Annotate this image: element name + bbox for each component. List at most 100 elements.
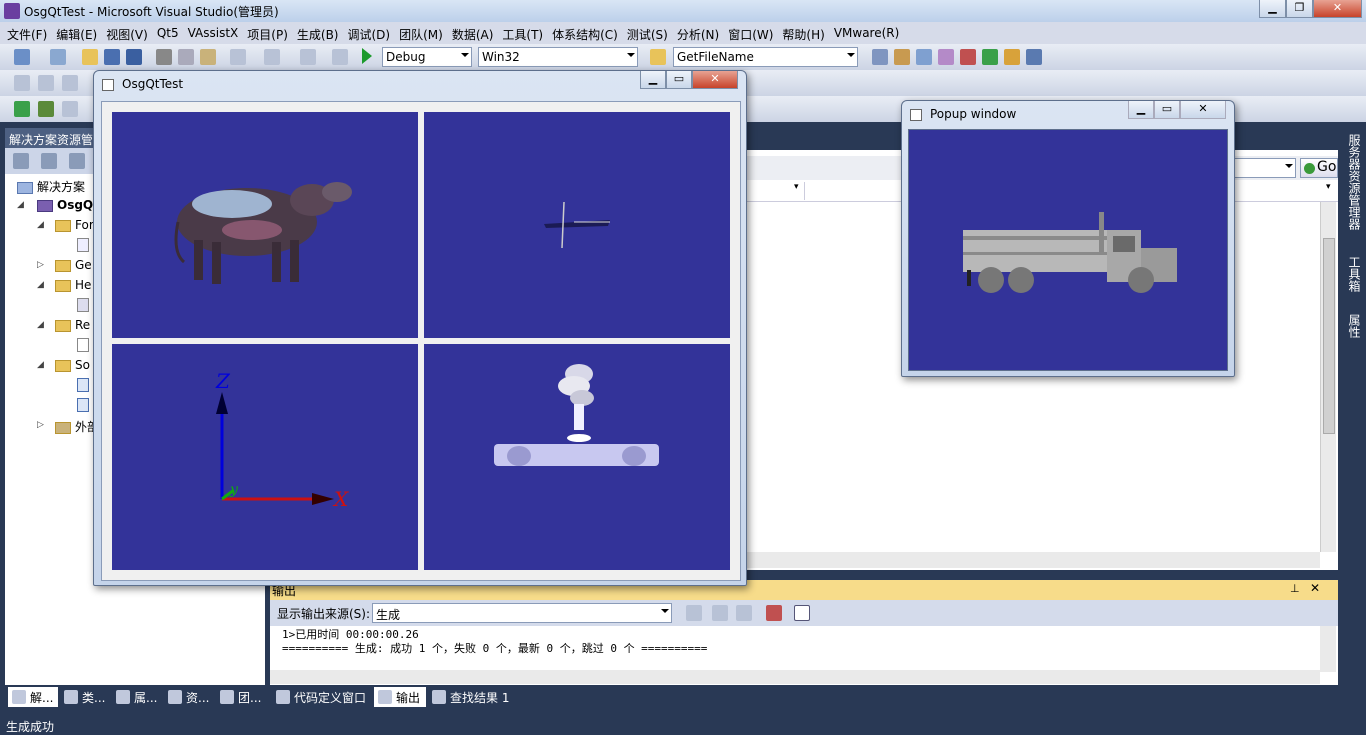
viewport-glider[interactable] — [424, 112, 730, 338]
collapse-icon[interactable]: ◢ — [37, 220, 44, 230]
copy-icon[interactable] — [178, 49, 194, 65]
header-file-icon[interactable] — [77, 298, 89, 312]
menu-item[interactable]: 团队(M) — [396, 22, 449, 44]
show-all-files-icon[interactable] — [41, 153, 57, 169]
tab-class-view[interactable]: 类... — [60, 687, 110, 707]
cpp-file-icon[interactable] — [77, 398, 89, 412]
output-horizontal-scrollbar[interactable] — [270, 670, 1320, 684]
paste-icon[interactable] — [200, 49, 216, 65]
tree-folder-forms[interactable]: For — [55, 218, 94, 236]
go-to-location-icon[interactable] — [686, 605, 702, 621]
tab-solution-explorer[interactable]: 解... — [8, 687, 58, 707]
output-vertical-scrollbar[interactable] — [1320, 626, 1336, 672]
popup-window[interactable]: Popup window ▁ ▭ ✕ — [901, 100, 1235, 377]
add-item-icon[interactable] — [50, 49, 66, 65]
tab-output[interactable]: 输出 — [374, 687, 426, 707]
solution-explorer-icon[interactable] — [872, 49, 888, 65]
new-project-icon[interactable] — [14, 49, 30, 65]
menu-item[interactable]: 数据(A) — [449, 22, 500, 44]
collapse-icon[interactable]: ◢ — [37, 320, 44, 330]
collapse-icon[interactable]: ◢ — [37, 280, 44, 290]
minimize-button[interactable]: ▁ — [1259, 0, 1286, 18]
viewport-axes[interactable]: Z y X — [112, 344, 418, 570]
scope-select[interactable] — [1230, 158, 1296, 178]
extension-icon[interactable] — [982, 49, 998, 65]
scroll-thumb[interactable] — [1323, 238, 1335, 434]
menu-item[interactable]: 视图(V) — [103, 22, 154, 44]
build-icon[interactable] — [38, 101, 54, 117]
expand-icon[interactable]: ▷ — [37, 260, 44, 270]
expand-icon[interactable]: ▷ — [37, 420, 44, 430]
previous-message-icon[interactable] — [712, 605, 728, 621]
collapse-icon[interactable]: ◢ — [37, 360, 44, 370]
close-button[interactable]: ✕ — [1313, 0, 1362, 18]
osgqttest-window[interactable]: OsgQtTest ▁ ▭ ✕ Z y X — [93, 70, 747, 586]
tab-code-definition[interactable]: 代码定义窗口 — [272, 687, 372, 707]
popup-minimize-button[interactable]: ▁ — [1128, 101, 1154, 119]
menu-item[interactable]: 编辑(E) — [53, 22, 103, 44]
viewport-cow[interactable] — [112, 112, 418, 338]
undo-icon[interactable] — [230, 49, 246, 65]
collapse-icon[interactable]: ◢ — [17, 200, 24, 210]
viewport-truck[interactable] — [908, 129, 1228, 371]
popup-close-button[interactable]: ✕ — [1180, 101, 1226, 119]
popup-maximize-button[interactable]: ▭ — [1154, 101, 1180, 119]
tab-resource-view[interactable]: 资... — [164, 687, 214, 707]
restore-button[interactable]: ❐ — [1286, 0, 1313, 18]
server-explorer-tab[interactable]: 服务器资源管理器 — [1346, 134, 1363, 230]
tree-project[interactable]: OsgQ — [37, 198, 93, 216]
osg-minimize-button[interactable]: ▁ — [640, 71, 666, 89]
properties-icon[interactable] — [894, 49, 910, 65]
redo-icon[interactable] — [264, 49, 280, 65]
tab-team-explorer[interactable]: 团... — [216, 687, 266, 707]
toolbox-tab[interactable]: 工具箱 — [1346, 256, 1363, 292]
menu-item[interactable]: Qt5 — [154, 22, 185, 44]
configuration-select[interactable]: Debug — [382, 47, 472, 67]
menu-item[interactable]: 窗口(W) — [725, 22, 779, 44]
member-dropdown-arrow[interactable]: ▾ — [1326, 182, 1336, 200]
viewport-fountain[interactable] — [424, 344, 730, 570]
team-icon[interactable] — [1004, 49, 1020, 65]
run-icon[interactable] — [14, 101, 30, 117]
output-source-select[interactable]: 生成 — [372, 603, 672, 623]
tree-solution[interactable]: 解决方案 — [17, 178, 85, 196]
menu-item[interactable]: 帮助(H) — [779, 22, 830, 44]
menu-item[interactable]: 分析(N) — [674, 22, 725, 44]
toolbar-icon-a[interactable] — [14, 75, 30, 91]
save-icon[interactable] — [104, 49, 120, 65]
type-dropdown-arrow[interactable]: ▾ — [794, 182, 804, 200]
open-file-icon[interactable] — [82, 49, 98, 65]
cpp-file-icon[interactable] — [77, 378, 89, 392]
menu-item[interactable]: 测试(S) — [624, 22, 674, 44]
toolbar-icon-b[interactable] — [38, 75, 54, 91]
properties-tab[interactable]: 属性 — [1346, 314, 1363, 338]
refresh-icon[interactable] — [69, 153, 85, 169]
window-icon[interactable] — [1026, 49, 1042, 65]
go-button[interactable]: Go — [1300, 158, 1338, 178]
close-icon[interactable]: ✕ — [1310, 581, 1320, 595]
tree-folder-header[interactable]: He — [55, 278, 91, 296]
navigate-back-icon[interactable] — [300, 49, 316, 65]
osg-close-button[interactable]: ✕ — [692, 71, 738, 89]
osg-maximize-button[interactable]: ▭ — [666, 71, 692, 89]
next-message-icon[interactable] — [736, 605, 752, 621]
clear-all-icon[interactable] — [766, 605, 782, 621]
editor-vertical-scrollbar[interactable] — [1320, 202, 1336, 552]
menu-item[interactable]: 体系结构(C) — [549, 22, 624, 44]
start-debugging-icon[interactable] — [362, 48, 372, 64]
tab-property-manager[interactable]: 属... — [112, 687, 162, 707]
toolbar-icon-d[interactable] — [62, 101, 78, 117]
word-wrap-icon[interactable] — [794, 605, 810, 621]
platform-select[interactable]: Win32 — [478, 47, 638, 67]
pin-icon[interactable]: ⊥ — [1290, 582, 1300, 595]
file-icon[interactable] — [77, 338, 89, 352]
menu-item[interactable]: VAssistX — [185, 22, 245, 44]
save-all-icon[interactable] — [126, 49, 142, 65]
menu-item[interactable]: 工具(T) — [499, 22, 549, 44]
navigate-forward-icon[interactable] — [332, 49, 348, 65]
properties-icon[interactable] — [13, 153, 29, 169]
cut-icon[interactable] — [156, 49, 172, 65]
menu-item[interactable]: 生成(B) — [294, 22, 345, 44]
menu-item[interactable]: VMware(R) — [831, 22, 905, 44]
find-in-files-icon[interactable] — [650, 49, 666, 65]
